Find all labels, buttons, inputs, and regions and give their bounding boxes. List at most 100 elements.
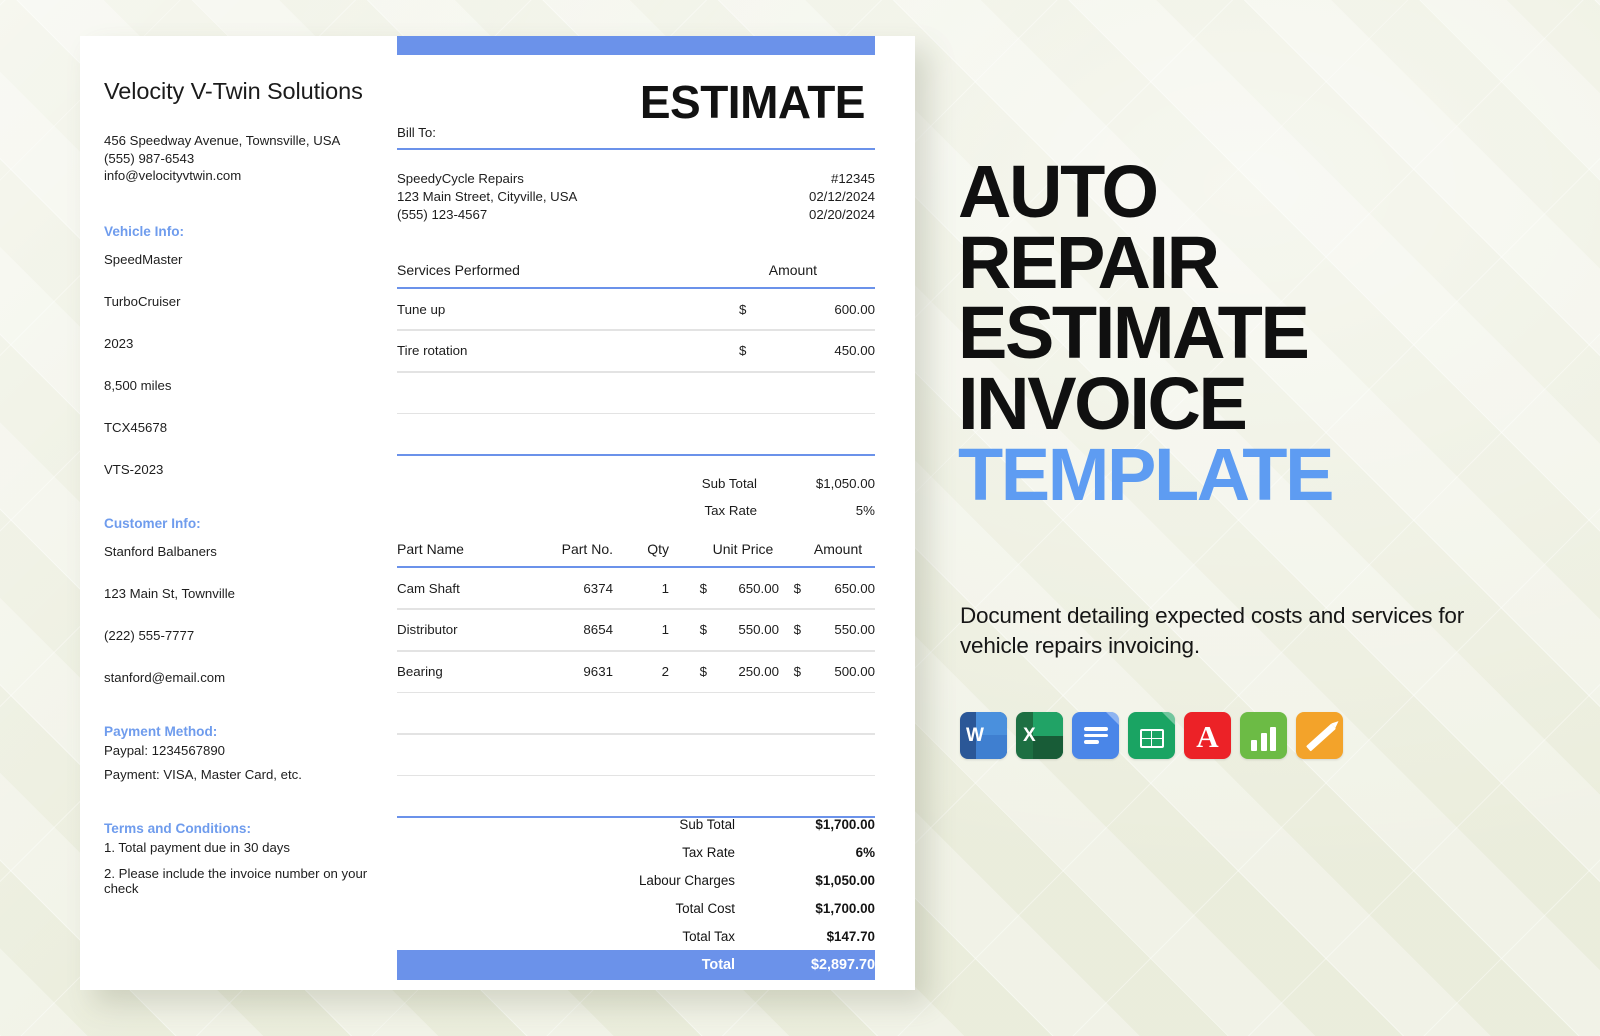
table-row-empty xyxy=(397,414,875,454)
parts-table-header: Part Name Part No. Qty Unit Price Amount xyxy=(397,541,875,566)
total-label: Tax Rate xyxy=(493,845,753,860)
grand-total-label: Total xyxy=(493,957,753,973)
part-amount-currency: $ xyxy=(779,664,801,679)
services-subtotal-label: Sub Total xyxy=(577,476,757,491)
bill-to-name: SpeedyCycle Repairs xyxy=(397,170,577,188)
vehicle-info-line: TurboCruiser xyxy=(104,294,396,309)
part-unit-currency: $ xyxy=(669,581,707,596)
terms-line: 1. Total payment due in 30 days xyxy=(104,840,396,855)
services-col-description: Services Performed xyxy=(397,262,520,278)
part-amount: 500.00 xyxy=(801,664,875,679)
services-totals: Sub Total $1,050.00 Tax Rate 5% xyxy=(397,470,875,524)
grand-total-row: Total $2,897.70 xyxy=(397,950,875,980)
total-value: $1,700.00 xyxy=(753,901,875,916)
bill-to-label: Bill To: xyxy=(397,125,436,140)
part-unit-currency: $ xyxy=(669,622,707,637)
bill-to-phone: (555) 123-4567 xyxy=(397,206,577,224)
total-row: Total Cost $1,700.00 xyxy=(397,894,875,922)
promo-panel: AUTO REPAIR ESTIMATE INVOICE TEMPLATE Do… xyxy=(958,0,1558,1036)
terms-line: 2. Please include the invoice number on … xyxy=(104,866,396,896)
promo-title-line: ESTIMATE xyxy=(958,298,1332,369)
table-row: Distributor 8654 1 $ 550.00 $ 550.00 xyxy=(397,610,875,650)
services-subtotal-value: $1,050.00 xyxy=(757,476,875,491)
total-label: Sub Total xyxy=(493,817,753,832)
table-row: Cam Shaft 6374 1 $ 650.00 $ 650.00 xyxy=(397,568,875,608)
page-title: ESTIMATE xyxy=(640,75,865,129)
vehicle-info-line: TCX45678 xyxy=(104,420,396,435)
document-left-column: Velocity V-Twin Solutions 456 Speedway A… xyxy=(104,76,396,907)
part-amount-currency: $ xyxy=(779,581,801,596)
vehicle-info-line: VTS-2023 xyxy=(104,462,396,477)
promo-title-accent: TEMPLATE xyxy=(958,440,1332,511)
total-value: 6% xyxy=(753,845,875,860)
total-label: Total Cost xyxy=(493,901,753,916)
part-amount-currency: $ xyxy=(779,622,801,637)
services-taxrate-row: Tax Rate 5% xyxy=(397,497,875,524)
bill-to-divider xyxy=(397,148,875,150)
part-no: 9631 xyxy=(529,664,613,679)
header-accent-bar xyxy=(397,36,875,55)
part-amount: 650.00 xyxy=(801,581,875,596)
table-row: Tire rotation $ 450.00 xyxy=(397,331,875,371)
payment-method-line: Paypal: 1234567890 xyxy=(104,743,396,758)
service-amount: 600.00 xyxy=(765,302,875,317)
part-qty: 2 xyxy=(613,664,669,679)
total-label: Total Tax xyxy=(493,929,753,944)
total-label: Labour Charges xyxy=(493,873,753,888)
payment-method-line: Payment: VISA, Master Card, etc. xyxy=(104,767,396,782)
part-amount: 550.00 xyxy=(801,622,875,637)
customer-info-heading: Customer Info: xyxy=(104,516,396,531)
parts-col-amount: Amount xyxy=(801,541,875,557)
table-row: Bearing 9631 2 $ 250.00 $ 500.00 xyxy=(397,652,875,692)
table-row: Tune up $ 600.00 xyxy=(397,289,875,329)
invoice-document: Velocity V-Twin Solutions 456 Speedway A… xyxy=(80,36,915,990)
services-taxrate-value: 5% xyxy=(757,503,875,518)
vehicle-info-line: 2023 xyxy=(104,336,396,351)
part-name: Bearing xyxy=(397,664,529,679)
parts-col-no: Part No. xyxy=(529,541,613,557)
parts-col-name: Part Name xyxy=(397,541,529,557)
table-row-empty xyxy=(397,373,875,413)
promo-title-line: REPAIR xyxy=(958,228,1332,299)
google-docs-icon xyxy=(1072,712,1119,759)
table-row-empty xyxy=(397,735,875,775)
part-no: 6374 xyxy=(529,581,613,596)
parts-table: Part Name Part No. Qty Unit Price Amount… xyxy=(397,541,875,818)
part-no: 8654 xyxy=(529,622,613,637)
google-sheets-icon xyxy=(1128,712,1175,759)
word-icon-letter: W xyxy=(966,725,984,747)
total-row: Sub Total $1,700.00 xyxy=(397,810,875,838)
bill-to-address: 123 Main Street, Cityville, USA xyxy=(397,188,577,206)
customer-info-line: 123 Main St, Townville xyxy=(104,586,396,601)
promo-description: Document detailing expected costs and se… xyxy=(960,601,1490,661)
final-totals: Sub Total $1,700.00 Tax Rate 6% Labour C… xyxy=(397,810,875,980)
vehicle-info-line: 8,500 miles xyxy=(104,378,396,393)
total-row: Tax Rate 6% xyxy=(397,838,875,866)
terms-heading: Terms and Conditions: xyxy=(104,821,396,836)
service-currency: $ xyxy=(739,302,765,317)
grand-total-value: $2,897.70 xyxy=(753,957,875,973)
total-row: Total Tax $147.70 xyxy=(397,922,875,950)
part-qty: 1 xyxy=(613,581,669,596)
service-currency: $ xyxy=(739,343,765,358)
payment-method-heading: Payment Method: xyxy=(104,724,396,739)
pdf-icon: A xyxy=(1184,712,1231,759)
promo-title: AUTO REPAIR ESTIMATE INVOICE TEMPLATE xyxy=(958,157,1332,510)
service-name: Tire rotation xyxy=(397,343,739,358)
microsoft-word-icon: W xyxy=(960,712,1007,759)
company-email: info@velocityvtwin.com xyxy=(104,167,396,185)
services-table: Services Performed Amount Tune up $ 600.… xyxy=(397,262,875,456)
company-address: 456 Speedway Avenue, Townsville, USA xyxy=(104,132,396,150)
services-table-header: Services Performed Amount xyxy=(397,262,875,287)
invoice-date: 02/12/2024 xyxy=(809,188,875,206)
service-name: Tune up xyxy=(397,302,739,317)
part-name: Cam Shaft xyxy=(397,581,529,596)
table-row-empty xyxy=(397,693,875,733)
service-amount: 450.00 xyxy=(765,343,875,358)
services-col-amount: Amount xyxy=(769,262,817,278)
services-taxrate-label: Tax Rate xyxy=(577,503,757,518)
parts-col-spacer2 xyxy=(779,541,801,557)
excel-icon-letter: X xyxy=(1023,725,1036,747)
part-unit-currency: $ xyxy=(669,664,707,679)
parts-col-spacer xyxy=(669,541,707,557)
